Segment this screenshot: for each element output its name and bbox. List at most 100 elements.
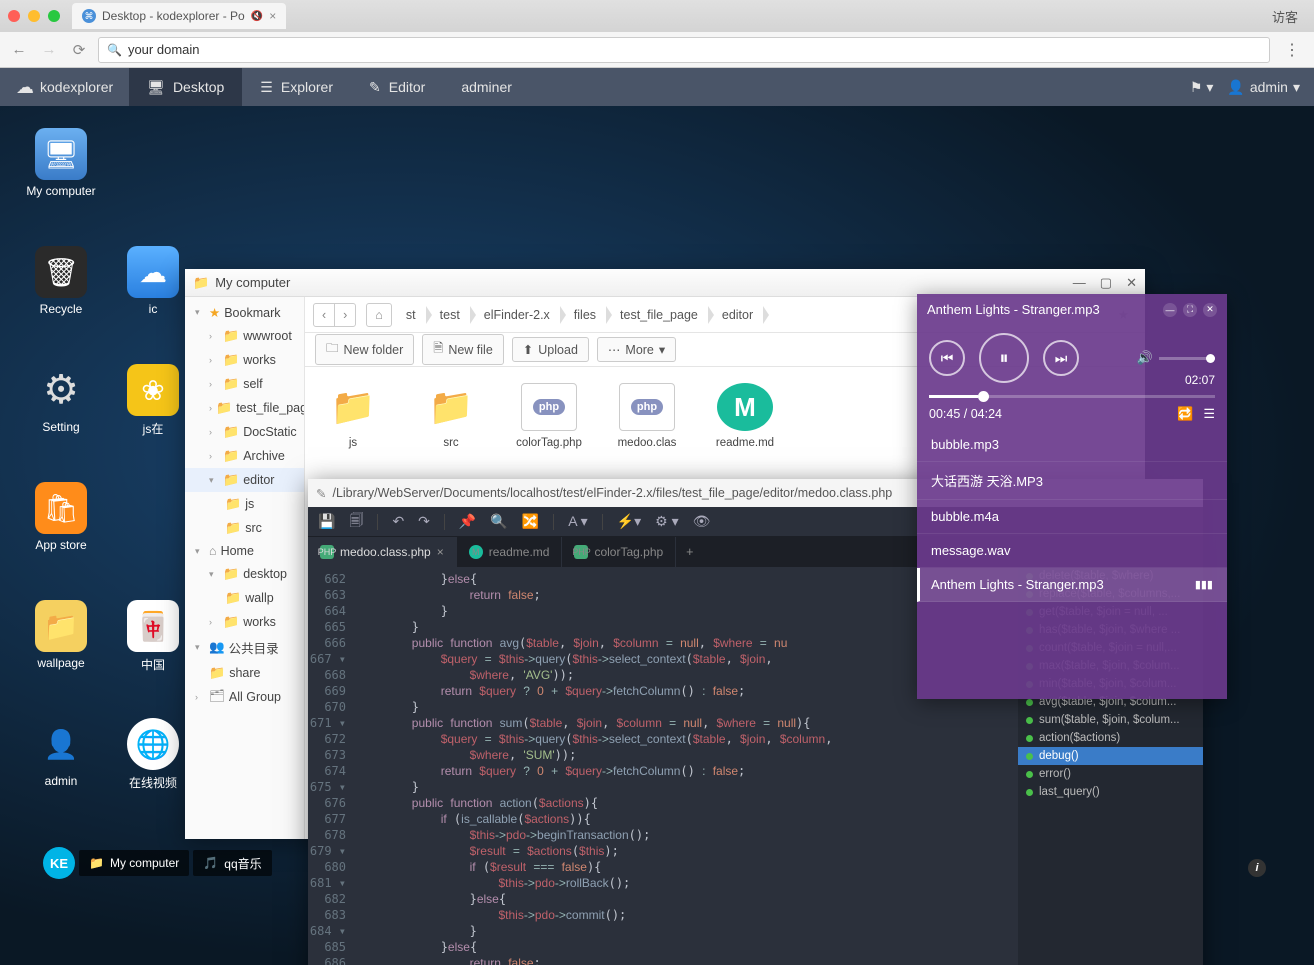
icon-cloud[interactable]: ☁ic	[114, 246, 192, 316]
playlist-item[interactable]: bubble.mp3	[917, 428, 1227, 462]
icon-china[interactable]: 🀄中国	[114, 600, 192, 673]
save-all-icon[interactable]: 🗐	[349, 510, 363, 534]
crumb[interactable]: test_file_page	[610, 304, 708, 326]
upload-button[interactable]: ⬆Upload	[512, 337, 589, 362]
maximize-window-icon[interactable]	[48, 10, 60, 22]
crumb[interactable]: test	[430, 304, 470, 326]
forward-icon[interactable]: →	[38, 39, 60, 61]
outline-item[interactable]: last_query()	[1018, 783, 1203, 801]
sidebar-item[interactable]: ▾📁desktop	[185, 562, 304, 586]
seek-bar[interactable]: 02:07	[917, 391, 1227, 400]
tab-close-icon[interactable]: ×	[269, 9, 276, 23]
close-icon[interactable]: ×	[437, 545, 444, 559]
playlist-item[interactable]: 大话西游 天浴.MP3	[917, 462, 1227, 500]
file-sidebar[interactable]: ▾★Bookmark ›📁wwwroot ›📁works ›📁self ›📁te…	[185, 297, 305, 839]
sidebar-item[interactable]: ›📁Archive	[185, 444, 304, 468]
crumb[interactable]: st	[396, 304, 426, 326]
sidebar-item[interactable]: 📁src	[185, 516, 304, 540]
icon-app-store[interactable]: 🛍App store	[22, 482, 100, 552]
file-item[interactable]: 📁js	[317, 383, 389, 449]
icon-admin[interactable]: 👤admin	[22, 718, 100, 788]
outline-item[interactable]: error()	[1018, 765, 1203, 783]
undo-icon[interactable]: ↶	[392, 513, 404, 530]
pin-icon[interactable]: 📌	[459, 513, 476, 530]
file-item[interactable]: 📁src	[415, 383, 487, 449]
address-input[interactable]: 🔍 your domain	[98, 37, 1270, 63]
play-pause-button[interactable]: ⏸	[979, 333, 1029, 383]
reload-icon[interactable]: ⟳	[68, 39, 90, 61]
new-tab-button[interactable]: +	[676, 545, 703, 559]
tab-adminer[interactable]: adminer	[443, 68, 530, 106]
sidebar-item[interactable]: ›📁works	[185, 610, 304, 634]
browser-menu-icon[interactable]: ⋮	[1278, 40, 1306, 60]
sidebar-public[interactable]: ▾👥公共目录	[185, 634, 304, 661]
crumb[interactable]: elFinder-2.x	[474, 304, 560, 326]
sidebar-item[interactable]: ›📁self	[185, 372, 304, 396]
window-controls[interactable]	[8, 10, 60, 22]
maximize-icon[interactable]: ▢	[1100, 275, 1112, 291]
taskbar-item[interactable]: 📁My computer	[79, 850, 189, 876]
prev-button[interactable]: ⏮	[929, 340, 965, 376]
new-folder-button[interactable]: 🗀New folder	[315, 334, 414, 365]
outline-item[interactable]: debug()	[1018, 747, 1203, 765]
font-icon[interactable]: A ▾	[568, 513, 587, 530]
playlist[interactable]: bubble.mp3大话西游 天浴.MP3bubble.m4amessage.w…	[917, 428, 1227, 699]
icon-js[interactable]: ❀js在	[114, 364, 192, 437]
sidebar-item[interactable]: ›📁works	[185, 348, 304, 372]
minimize-icon[interactable]: —	[1163, 303, 1177, 317]
start-button[interactable]: KE	[43, 847, 75, 879]
tab-desktop[interactable]: 🖥 Desktop	[129, 68, 242, 106]
sidebar-item-editor[interactable]: ▾📁editor	[185, 468, 304, 492]
close-icon[interactable]: ✕	[1126, 275, 1137, 291]
playlist-item[interactable]: bubble.m4a	[917, 500, 1227, 534]
expand-icon[interactable]: ⛶	[1183, 303, 1197, 317]
browser-tab[interactable]: ⌘ Desktop - kodexplorer - Po 🔇 ×	[72, 3, 286, 29]
icon-setting[interactable]: ⚙Setting	[22, 364, 100, 434]
home-icon[interactable]: ⌂	[366, 303, 392, 327]
sidebar-allgroup[interactable]: ›🗂All Group	[185, 685, 304, 708]
player-titlebar[interactable]: Anthem Lights - Stranger.mp3 — ⛶ ✕	[917, 294, 1227, 325]
save-icon[interactable]: 💾	[318, 513, 335, 530]
sidebar-home[interactable]: ▾⌂Home	[185, 540, 304, 562]
language-icon[interactable]: ⚑ ▾	[1190, 79, 1213, 96]
minimize-window-icon[interactable]	[28, 10, 40, 22]
sidebar-item[interactable]: ›📁DocStatic	[185, 420, 304, 444]
close-window-icon[interactable]	[8, 10, 20, 22]
volume-control[interactable]: 🔊	[1137, 350, 1215, 366]
file-item[interactable]: phpcolorTag.php	[513, 383, 585, 449]
outline-item[interactable]: action($actions)	[1018, 729, 1203, 747]
icon-recycle[interactable]: 🗑Recycle	[22, 246, 100, 316]
tab-mute-icon[interactable]: 🔇	[251, 11, 263, 22]
sidebar-item[interactable]: 📁wallp	[185, 586, 304, 610]
repeat-icon[interactable]: 🔁	[1177, 406, 1193, 422]
playlist-icon[interactable]: ☰	[1203, 406, 1215, 422]
guest-label[interactable]: 访客	[1264, 7, 1306, 26]
sidebar-item[interactable]: 📁share	[185, 661, 304, 685]
new-file-button[interactable]: 🗎New file	[422, 334, 504, 365]
nav-back-forward[interactable]: ‹›	[313, 303, 356, 327]
sidebar-bookmark[interactable]: ▾★Bookmark	[185, 301, 304, 324]
sidebar-item[interactable]: ›📁test_file_page	[185, 396, 304, 420]
editor-tab[interactable]: PHPcolorTag.php	[562, 537, 676, 567]
editor-tab[interactable]: PHPmedoo.class.php×	[308, 537, 457, 567]
user-menu[interactable]: 👤 admin ▾	[1227, 79, 1300, 96]
shuffle-icon[interactable]: 🔀	[522, 513, 539, 530]
tab-explorer[interactable]: ☰ Explorer	[242, 68, 351, 106]
back-icon[interactable]: ←	[8, 39, 30, 61]
tab-editor[interactable]: ✎ Editor	[351, 68, 443, 106]
icon-chrome[interactable]: 🌐在线视频	[114, 718, 192, 791]
brand[interactable]: ☁ kodexplorer	[0, 77, 129, 98]
redo-icon[interactable]: ↷	[418, 513, 430, 530]
wand-icon[interactable]: ⚡▾	[617, 513, 641, 530]
minimize-icon[interactable]: —	[1073, 275, 1086, 291]
playlist-item[interactable]: message.wav	[917, 534, 1227, 568]
outline-item[interactable]: sum($table, $join, $colum...	[1018, 711, 1203, 729]
editor-tab[interactable]: Mreadme.md	[457, 537, 563, 567]
more-button[interactable]: ⋯More▾	[597, 337, 676, 362]
icon-my-computer[interactable]: 🖥My computer	[22, 128, 100, 198]
sidebar-item[interactable]: 📁js	[185, 492, 304, 516]
file-item[interactable]: Mreadme.md	[709, 383, 781, 449]
icon-wallpage[interactable]: 📁wallpage	[22, 600, 100, 670]
crumb[interactable]: files	[564, 304, 606, 326]
gear-icon[interactable]: ⚙ ▾	[655, 513, 678, 530]
